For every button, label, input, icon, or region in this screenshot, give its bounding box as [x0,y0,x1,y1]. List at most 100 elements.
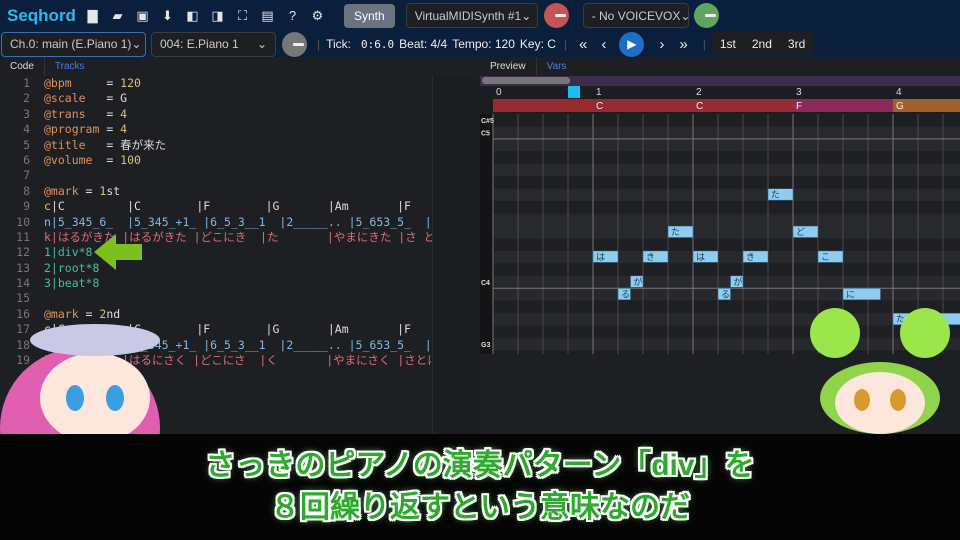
pitch-row [493,151,960,164]
bar-number: 2 [696,87,702,98]
midi-device-value: VirtualMIDISynth #1 [414,8,522,23]
pitch-row [493,138,960,152]
open-folder-icon[interactable]: ▰ [105,8,130,24]
settings-icon[interactable]: ⚙ [305,8,330,24]
rewind-start-icon[interactable]: « [579,36,587,53]
code-token: @volume [44,152,93,167]
channel-select[interactable]: Ch.0: main (E.Piano 1) ⌄ [1,31,146,57]
line-number: 7 [23,168,30,183]
tab-preview[interactable]: Preview [480,57,537,76]
code-line[interactable]: 12 1|div*8 [0,245,432,260]
pitch-row [493,163,960,177]
left-panel-icon[interactable]: ◧ [180,8,205,24]
beat-value: Beat: 4/4 [399,37,448,51]
pitch-label: C4 [481,280,490,287]
line-number: 13 [16,260,30,275]
code-line[interactable]: 6 @volume = 100 [0,153,432,168]
line-number: 6 [23,152,30,167]
code-line[interactable]: 13 2|root*8 [0,261,432,276]
program-select[interactable]: 004: E.Piano 1 ⌄ [151,31,276,57]
code-line[interactable]: 15 [0,291,432,306]
code-line[interactable]: 2 @scale = G [0,91,432,106]
code-token: @title [44,137,86,152]
code-line[interactable]: 8 @mark = 1st [0,184,432,199]
note-lyric: た [771,190,780,200]
divider: | [317,37,321,51]
note-lyric: に [846,289,855,299]
tab-tracks[interactable]: Tracks [45,57,95,76]
code-minimap[interactable] [432,76,478,434]
code-token: @program [44,122,100,137]
note-lyric: ど [796,227,805,237]
divider: | [563,37,568,51]
code-token: 100 [120,152,141,167]
code-token: n|5_345_6_ |5_345_+1_ |6_5_3__1 |2_____.… [44,214,432,229]
transport-bar: Ch.0: main (E.Piano 1) ⌄ 004: E.Piano 1 ⌄ … [0,31,960,57]
ruler [480,86,960,98]
step-back-icon[interactable]: ‹ [601,36,606,53]
voicevox-volume-knob[interactable] [693,3,719,28]
channel-value: Ch.0: main (E.Piano 1) [10,37,132,51]
chord-block [693,99,793,112]
help-icon[interactable]: ? [280,8,305,23]
scrollbar-thumb[interactable] [482,77,570,84]
midi-device-select[interactable]: VirtualMIDISynth #1 ⌄ [405,3,538,28]
save-icon[interactable]: ▣ [130,8,155,24]
code-token: c [44,199,51,214]
code-line[interactable]: 5 @title = 春が来た [0,138,432,153]
code-token: = [92,152,121,167]
note-lyric: こ [821,252,830,262]
chord-block [793,99,893,112]
channel-volume-knob[interactable] [282,31,307,57]
right-tabs: Preview Vars [480,57,960,76]
code-line[interactable]: 11 k|はるがきた |はるがきた |どこにき |た |やまにきた |さ とに き [0,230,432,245]
note-lyric: た [671,227,680,237]
mark-2nd-button[interactable]: 2nd [744,37,780,51]
line-number: 9 [23,199,30,214]
code-token: = [85,91,121,106]
bar-number: 4 [896,87,902,98]
tab-code[interactable]: Code [0,57,45,76]
code-line[interactable]: 4 @program = 4 [0,122,432,137]
code-token: 1 [99,183,107,198]
pitch-row [493,201,960,214]
add-document-icon[interactable]: ▤ [255,8,280,24]
code-token: = [85,137,121,152]
step-forward-icon[interactable]: › [659,36,664,53]
playhead-marker [568,86,580,98]
note-lyric: が [734,276,743,287]
pitch-row [493,226,960,239]
midi-volume-knob[interactable] [543,3,569,28]
code-line[interactable]: 7 [0,168,432,183]
synth-button[interactable]: Synth [344,3,395,28]
right-panel-icon[interactable]: ◨ [205,8,230,24]
code-token: 2|root*8 [44,260,100,275]
pitch-row [493,213,960,227]
play-button[interactable]: ▶ [619,31,645,57]
code-line[interactable]: 14 3|beat*8 [0,276,432,291]
chevron-down-icon: ⌄ [256,37,267,51]
mark-3rd-button[interactable]: 3rd [780,37,813,51]
code-token: = [71,76,121,90]
code-token: 120 [120,76,141,90]
code-token: = [78,183,100,198]
code-line[interactable]: 1 @bpm = 120 [0,76,432,91]
bar-number: 0 [496,87,502,98]
bar-number: 3 [796,87,802,98]
voicevox-select[interactable]: - No VOICEVOX⌄ [582,3,689,28]
new-file-icon[interactable]: ▇ [80,8,105,24]
mark-1st-button[interactable]: 1st [712,37,744,51]
code-line[interactable]: 10 n|5_345_6_ |5_345_+1_ |6_5_3__1 |2____… [0,215,432,230]
line-number: 10 [16,214,30,229]
download-icon[interactable]: ⬇ [155,8,180,24]
tab-vars[interactable]: Vars [537,57,577,76]
forward-end-icon[interactable]: » [679,36,687,53]
bar-number: 1 [596,87,602,98]
code-line[interactable]: 3 @trans = 4 [0,107,432,122]
code-token: 1|div*8 [44,245,93,260]
code-line[interactable]: 9 c |C |C |F |G |Am |F [0,199,432,214]
code-token: G [120,91,128,106]
tick-label: Tick: [326,37,352,51]
pitch-row [493,126,960,139]
fullscreen-icon[interactable]: ⛶ [230,8,255,24]
